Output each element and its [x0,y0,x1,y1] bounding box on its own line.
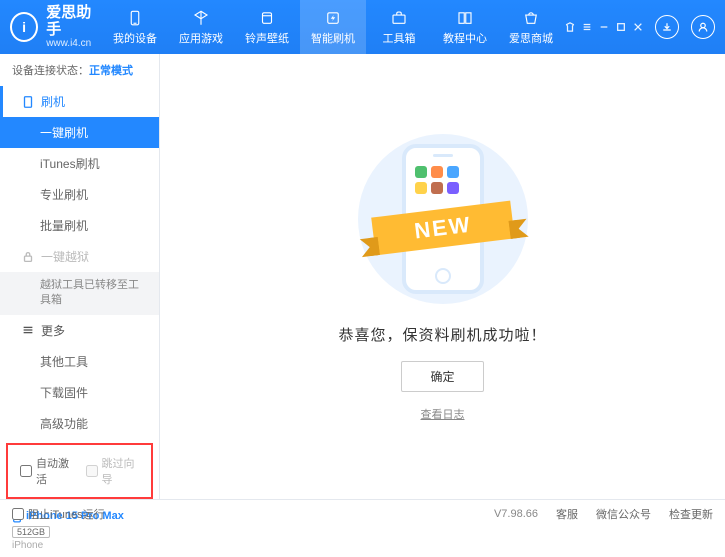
skin-icon[interactable] [564,22,575,33]
nav-my-device[interactable]: 我的设备 [102,0,168,54]
logo-area: i 爱思助手 www.i4.cn [10,5,102,49]
sidebar-item-advanced[interactable]: 高级功能 [0,408,159,439]
ringtone-icon [257,9,277,27]
close-icon[interactable] [632,22,643,33]
customer-service-link[interactable]: 客服 [556,506,578,522]
connection-status: 设备连接状态：正常模式 [0,54,159,86]
wechat-link[interactable]: 微信公众号 [596,506,651,522]
nav-shop[interactable]: 爱思商城 [498,0,564,54]
device-storage: 512GB [12,526,50,538]
version-label: V7.98.66 [494,508,538,520]
sidebar-item-itunes-flash[interactable]: iTunes刷机 [0,148,159,179]
maximize-icon[interactable] [615,22,626,33]
user-button[interactable] [691,15,715,39]
app-name: 爱思助手 [46,5,102,38]
skip-guide-checkbox[interactable]: 跳过向导 [86,455,140,487]
apps-icon [191,9,211,27]
device-icon [125,9,145,27]
menu-icon[interactable] [581,22,592,33]
lock-icon [21,250,35,264]
block-itunes-checkbox[interactable]: 阻止iTunes运行 [12,506,105,522]
toolbox-icon [389,9,409,27]
device-type: iPhone [12,540,147,551]
logo-icon: i [10,12,38,42]
view-log-link[interactable]: 查看日志 [421,406,465,422]
list-icon [21,323,35,337]
sidebar-item-download-firmware[interactable]: 下载固件 [0,377,159,408]
flash-icon [323,9,343,27]
flash-options-highlight: 自动激活 跳过向导 [6,443,153,499]
sidebar-section-flash[interactable]: 刷机 [0,86,159,117]
sidebar-item-pro-flash[interactable]: 专业刷机 [0,179,159,210]
window-controls [564,15,715,39]
sidebar-section-more[interactable]: 更多 [0,315,159,346]
success-message: 恭喜您，保资料刷机成功啦！ [338,324,546,345]
ok-button[interactable]: 确定 [401,361,483,392]
shop-icon [521,9,541,27]
titlebar: i 爱思助手 www.i4.cn 我的设备 应用游戏 铃声壁纸 智能刷机 工具箱 [0,0,725,54]
top-nav: 我的设备 应用游戏 铃声壁纸 智能刷机 工具箱 教程中心 爱思商城 [102,0,564,54]
jailbreak-moved-note: 越狱工具已转移至工具箱 [0,272,159,315]
nav-toolbox[interactable]: 工具箱 [366,0,432,54]
minimize-icon[interactable] [598,22,609,33]
auto-activate-checkbox[interactable]: 自动激活 [20,455,74,487]
check-update-link[interactable]: 检查更新 [669,506,713,522]
success-illustration: NEW [348,131,538,306]
app-url: www.i4.cn [46,38,102,49]
nav-tutorials[interactable]: 教程中心 [432,0,498,54]
nav-apps-games[interactable]: 应用游戏 [168,0,234,54]
sidebar: 设备连接状态：正常模式 刷机 一键刷机 iTunes刷机 专业刷机 批量刷机 一… [0,54,160,499]
sidebar-section-jailbreak[interactable]: 一键越狱 [0,241,159,272]
main-content: NEW 恭喜您，保资料刷机成功啦！ 确定 查看日志 [160,54,725,499]
nav-smart-flash[interactable]: 智能刷机 [300,0,366,54]
sidebar-item-batch-flash[interactable]: 批量刷机 [0,210,159,241]
nav-ringtones[interactable]: 铃声壁纸 [234,0,300,54]
phone-icon [21,95,35,109]
sidebar-item-other-tools[interactable]: 其他工具 [0,346,159,377]
sidebar-item-onekey-flash[interactable]: 一键刷机 [0,117,159,148]
download-button[interactable] [655,15,679,39]
book-icon [455,9,475,27]
